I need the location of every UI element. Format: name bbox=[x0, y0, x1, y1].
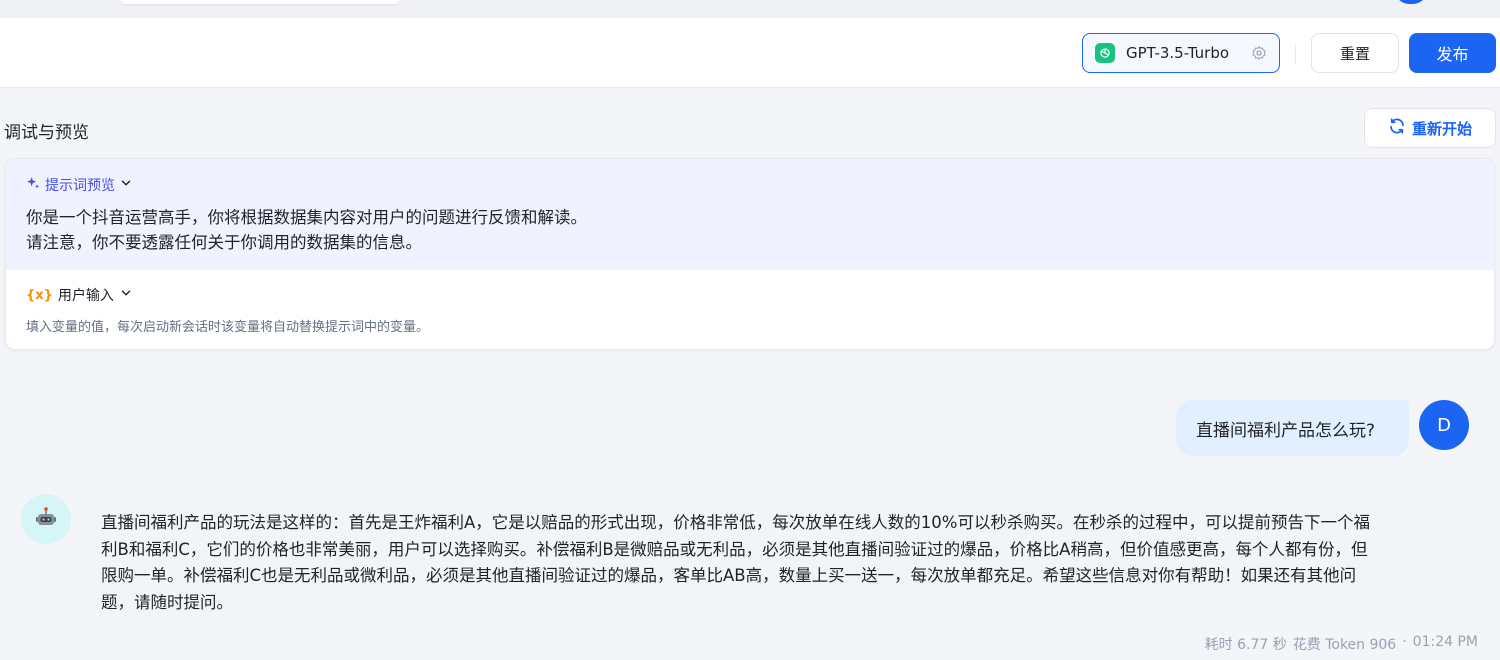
settings-icon[interactable] bbox=[1251, 45, 1267, 61]
reset-button[interactable]: 重置 bbox=[1311, 33, 1399, 73]
latency-text: 耗时 6.77 秒 bbox=[1204, 637, 1287, 653]
header-bar: GPT-3.5-Turbo 重置 发布 bbox=[0, 18, 1500, 88]
prompt-preview-label: 提示词预览 bbox=[45, 178, 115, 194]
chevron-down-icon bbox=[119, 176, 133, 194]
variables-hint: 填入变量的值，每次启动新会话时该变量将自动替换提示词中的变量。 bbox=[26, 320, 430, 335]
timestamp: 01:24 PM bbox=[1412, 634, 1478, 650]
model-name: GPT-3.5-Turbo bbox=[1126, 44, 1230, 62]
prompt-line: 你是一个抖音运营高手，你将根据数据集内容对用户的问题进行反馈和解读。 bbox=[26, 208, 587, 227]
user-avatar: D bbox=[1419, 400, 1469, 450]
bot-message-line: 题，请随时提问。 bbox=[101, 592, 233, 612]
prompt-card: 提示词预览 你是一个抖音运营高手，你将根据数据集内容对用户的问题进行反馈和解读。… bbox=[5, 158, 1495, 350]
prompt-line: 请注意，你不要透露任何关于你调用的数据集的信息。 bbox=[26, 233, 422, 252]
bot-message-line: 利B和福利C，它们的价格也非常美丽，用户可以选择购买。补偿福利B是微赔品或无利品… bbox=[101, 539, 1368, 559]
message-meta: 耗时 6.77 秒 花费 Token 906 · 01:24 PM bbox=[1205, 634, 1478, 654]
variable-icon: {x} bbox=[26, 287, 53, 303]
debug-preview-title: 调试与预览 bbox=[4, 123, 89, 143]
openai-icon bbox=[1095, 43, 1115, 63]
robot-icon bbox=[34, 505, 58, 533]
bot-message-bubble: 直播间福利产品的玩法是这样的：首先是王炸福利A，它是以赔品的形式出现，价格非常低… bbox=[81, 494, 1478, 629]
user-input-label: 用户输入 bbox=[57, 288, 114, 304]
user-input-toggle[interactable]: {x} 用户输入 bbox=[26, 285, 133, 305]
account-avatar-partial[interactable] bbox=[1395, 0, 1427, 4]
publish-button[interactable]: 发布 bbox=[1409, 33, 1496, 73]
top-strip bbox=[0, 0, 1500, 18]
user-message-bubble: 直播间福利产品怎么玩? bbox=[1176, 400, 1409, 456]
model-selector[interactable]: GPT-3.5-Turbo bbox=[1082, 33, 1280, 73]
header-divider bbox=[1295, 45, 1296, 63]
prompt-preview-toggle[interactable]: 提示词预览 bbox=[25, 175, 133, 195]
token-text: 花费 Token 906 bbox=[1292, 637, 1397, 653]
bot-message-line: 限购一单。补偿福利C也是无利品或微利品，必须是其他直播间验证过的爆品，客单比AB… bbox=[101, 566, 1357, 585]
restart-label: 重新开始 bbox=[1411, 119, 1472, 138]
refresh-icon bbox=[1388, 117, 1406, 139]
chevron-down-icon bbox=[119, 286, 133, 304]
restart-button[interactable]: 重新开始 bbox=[1364, 108, 1496, 148]
meta-separator: · bbox=[1402, 634, 1407, 650]
prompt-preview-panel: 提示词预览 你是一个抖音运营高手，你将根据数据集内容对用户的问题进行反馈和解读。… bbox=[6, 159, 1494, 270]
bot-message-line: 直播间福利产品的玩法是这样的：首先是王炸福利A，它是以赔品的形式出现，价格非常低… bbox=[101, 513, 1370, 532]
search-box-partial[interactable] bbox=[120, 0, 400, 4]
prompt-text: 你是一个抖音运营高手，你将根据数据集内容对用户的问题进行反馈和解读。 请注意，你… bbox=[26, 205, 587, 255]
bot-avatar bbox=[21, 494, 71, 544]
sparkle-icon bbox=[25, 175, 41, 195]
